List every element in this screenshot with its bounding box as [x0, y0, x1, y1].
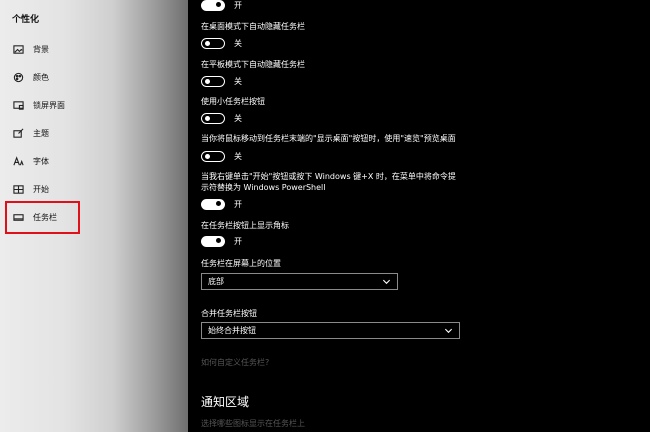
- small-buttons-toggle: 关: [201, 113, 242, 124]
- sidebar-item-label: 字体: [33, 156, 49, 166]
- peek-toggle: 关: [201, 151, 242, 162]
- toggle-state: 关: [234, 152, 242, 161]
- picture-icon: [12, 43, 24, 55]
- combine-dropdown-value: 始终合并按钮: [208, 326, 256, 335]
- sidebar-item-fonts[interactable]: 字体: [12, 153, 49, 169]
- selection-highlight: [5, 201, 80, 234]
- lock-screen-icon: [12, 99, 24, 111]
- autohide-tablet-toggle: 关: [201, 76, 242, 87]
- sidebar-title: 个性化: [12, 15, 40, 25]
- sidebar-item-background[interactable]: 背景: [12, 41, 49, 57]
- combine-label: 合并任务栏按钮: [201, 309, 257, 318]
- small-buttons-switch[interactable]: [201, 113, 225, 124]
- powershell-switch[interactable]: [201, 199, 225, 210]
- autohide-tablet-switch[interactable]: [201, 76, 225, 87]
- palette-icon: [12, 71, 24, 83]
- sidebar-item-start[interactable]: 开始: [12, 181, 49, 197]
- top-toggle: 开: [201, 0, 242, 11]
- badges-toggle: 开: [201, 236, 242, 247]
- powershell-toggle: 开: [201, 199, 242, 210]
- position-dropdown[interactable]: 底部: [201, 273, 398, 290]
- notification-icons-link[interactable]: 选择哪些图标显示在任务栏上: [201, 418, 305, 429]
- badges-label: 在任务栏按钮上显示角标: [201, 221, 289, 230]
- sidebar-item-lock-screen[interactable]: 锁屏界面: [12, 97, 65, 113]
- customize-taskbar-link[interactable]: 如何自定义任务栏?: [201, 357, 269, 368]
- peek-label: 当你将鼠标移动到任务栏末端的"显示桌面"按钮时，使用"速览"预览桌面: [201, 134, 456, 143]
- font-icon: [12, 155, 24, 167]
- chevron-down-icon: [382, 277, 391, 286]
- sidebar-item-label: 锁屏界面: [33, 100, 65, 110]
- small-buttons-label: 使用小任务栏按钮: [201, 97, 265, 106]
- toggle-state: 关: [234, 39, 242, 48]
- start-icon: [12, 183, 24, 195]
- chevron-down-icon: [444, 326, 453, 335]
- peek-switch[interactable]: [201, 151, 225, 162]
- toggle-state: 关: [234, 77, 242, 86]
- top-toggle-switch[interactable]: [201, 0, 225, 11]
- theme-icon: [12, 127, 24, 139]
- autohide-desktop-switch[interactable]: [201, 38, 225, 49]
- sidebar-item-themes[interactable]: 主题: [12, 125, 49, 141]
- toggle-state: 开: [234, 1, 242, 10]
- position-dropdown-value: 底部: [208, 277, 224, 286]
- sidebar-item-label: 颜色: [33, 72, 49, 82]
- powershell-label-line1: 当我右键单击"开始"按钮或按下 Windows 键+X 时，在菜单中将命令提: [201, 172, 456, 181]
- sidebar: 个性化 背景 颜色 锁屏界面 主题 字体 开始 任务栏: [0, 0, 188, 432]
- sidebar-item-colors[interactable]: 颜色: [12, 69, 49, 85]
- notification-area-heading: 通知区域: [201, 395, 250, 409]
- taskbar-settings-panel: 开 在桌面模式下自动隐藏任务栏 关 在平板模式下自动隐藏任务栏 关 使用小任务栏…: [188, 0, 650, 432]
- powershell-label-line2: 示符替换为 Windows PowerShell: [201, 183, 326, 192]
- autohide-tablet-label: 在平板模式下自动隐藏任务栏: [201, 60, 305, 69]
- combine-dropdown[interactable]: 始终合并按钮: [201, 322, 460, 339]
- sidebar-item-label: 主题: [33, 128, 49, 138]
- position-label: 任务栏在屏幕上的位置: [201, 259, 281, 268]
- sidebar-item-label: 开始: [33, 184, 49, 194]
- toggle-state: 关: [234, 114, 242, 123]
- toggle-state: 开: [234, 237, 242, 246]
- sidebar-item-label: 背景: [33, 44, 49, 54]
- autohide-desktop-toggle: 关: [201, 38, 242, 49]
- badges-switch[interactable]: [201, 236, 225, 247]
- toggle-state: 开: [234, 200, 242, 209]
- autohide-desktop-label: 在桌面模式下自动隐藏任务栏: [201, 22, 305, 31]
